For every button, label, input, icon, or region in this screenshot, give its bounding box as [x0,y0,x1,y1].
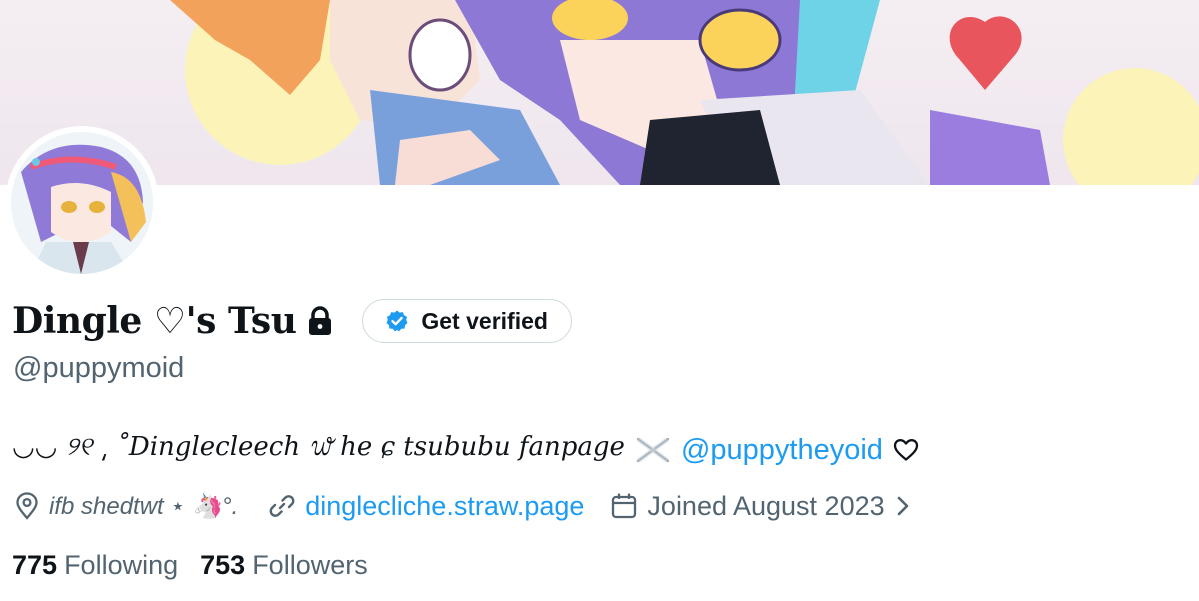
avatar-image [11,132,153,274]
profile-meta: ifb shedtwt ⋆ 🦄°. dinglecliche.straw.pag… [14,484,911,528]
crossed-swords-icon [635,436,671,464]
display-name: Dingle ♡'s Tsu [12,300,297,342]
heart-outline-icon [893,438,919,462]
verified-badge-icon [385,309,409,333]
location-pin-icon [14,492,40,520]
bio-mention-link[interactable]: @puppytheyoid [681,434,883,467]
banner-illustration [170,0,1199,185]
followers-link[interactable]: 753 Followers [200,550,368,581]
location-item: ifb shedtwt ⋆ 🦄°. [14,492,238,521]
get-verified-button[interactable]: Get verified [362,299,572,343]
follow-stats: 775 Following 753 Followers [12,546,368,584]
link-icon [268,492,296,520]
following-label: Following [64,549,179,580]
profile-bio: ◡◡ ୨୧ ͵ ˚Dinglecleech ᭙ he ɕ tsububu fan… [12,428,919,472]
profile-avatar[interactable] [5,126,159,280]
profile-banner[interactable] [0,0,1199,185]
calendar-icon [610,492,638,520]
following-count: 775 [12,549,58,580]
location-text: ifb shedtwt ⋆ 🦄°. [49,492,239,520]
followers-count: 753 [200,549,246,580]
joined-item[interactable]: Joined August 2023 [610,491,910,522]
following-link[interactable]: 775 Following [12,550,178,581]
website-item[interactable]: dinglecliche.straw.page [268,491,584,522]
chevron-right-icon[interactable] [895,494,911,518]
bio-text: ◡◡ ୨୧ ͵ ˚Dinglecleech ᭙ he ɕ tsububu fan… [12,431,625,462]
lock-icon [306,305,334,337]
followers-label: Followers [252,549,368,580]
get-verified-label: Get verified [421,307,548,334]
name-row: Dingle ♡'s Tsu Get verified [12,292,572,350]
joined-date: Joined August 2023 [647,490,885,521]
profile-handle: @puppymoid [13,352,185,384]
website-link[interactable]: dinglecliche.straw.page [305,491,584,522]
